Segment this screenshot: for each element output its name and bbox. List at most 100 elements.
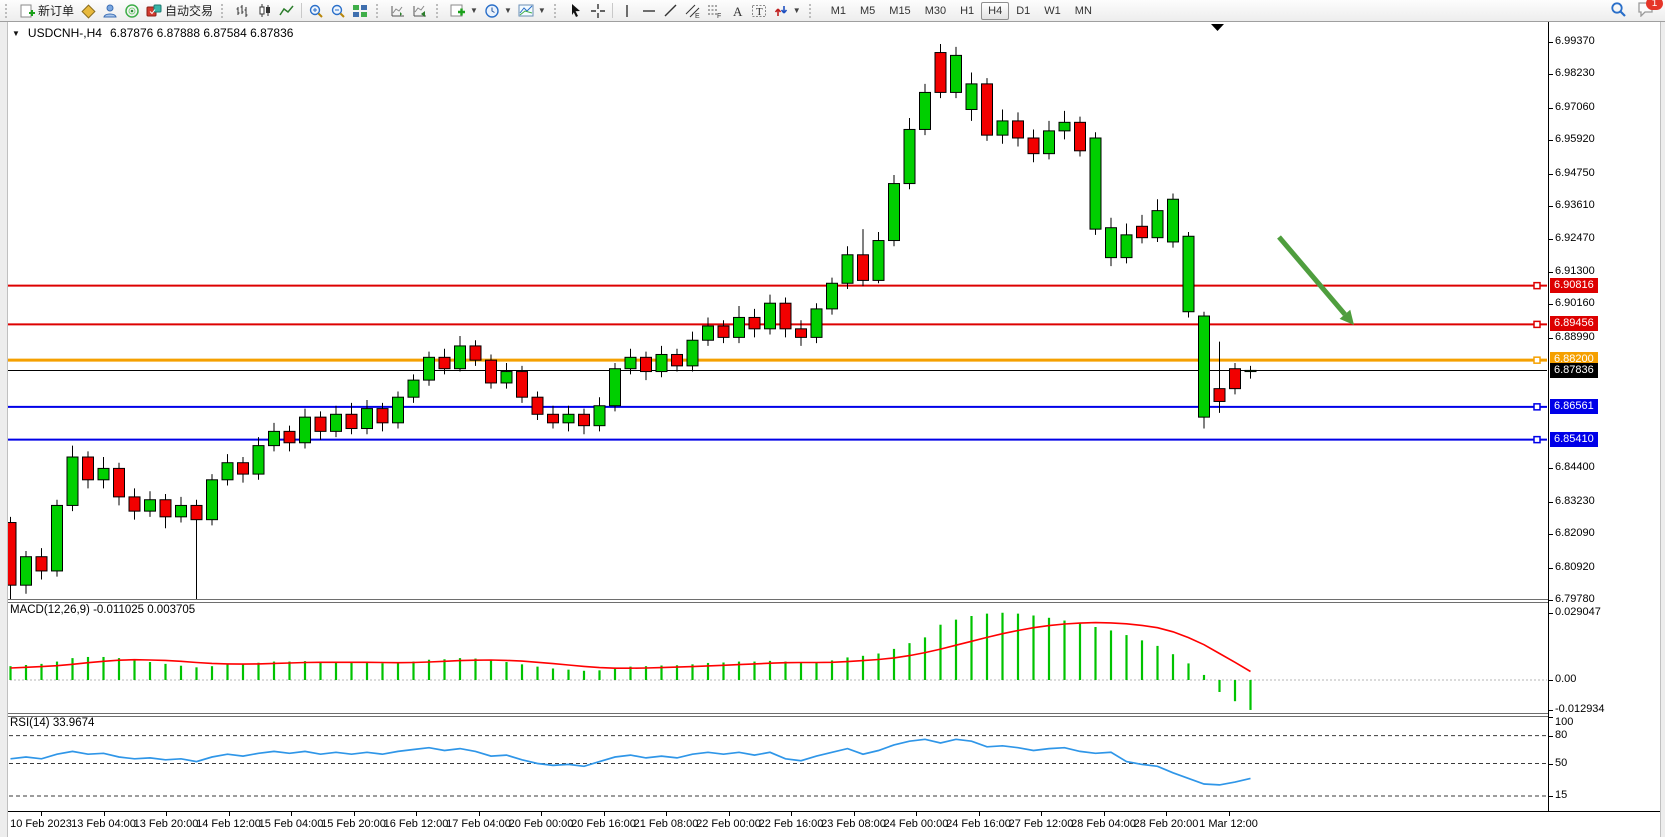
candle-body xyxy=(52,505,63,571)
tf-button-M30[interactable]: M30 xyxy=(918,2,953,20)
fibonacci-button[interactable]: F xyxy=(704,1,726,20)
candle-body xyxy=(408,380,419,397)
candle-body xyxy=(36,557,47,571)
tf-button-M15[interactable]: M15 xyxy=(882,2,917,20)
crosshair-button[interactable] xyxy=(587,1,609,20)
time-tick xyxy=(479,812,480,816)
templates-caret-icon[interactable]: ▼ xyxy=(538,6,546,15)
toolbar-grip[interactable] xyxy=(554,4,561,18)
arrows-button[interactable]: ▼ xyxy=(770,1,804,20)
tf-button-H4[interactable]: H4 xyxy=(981,2,1009,20)
rsi-pane[interactable] xyxy=(0,715,1548,810)
time-tick xyxy=(166,812,167,816)
search-icon[interactable] xyxy=(1610,1,1627,21)
toolbar-grip[interactable] xyxy=(5,4,12,18)
bar-chart-button[interactable] xyxy=(232,1,254,20)
candle-body xyxy=(966,84,977,110)
autotrading-icon xyxy=(146,3,162,19)
time-label: 28 Feb 20:00 xyxy=(1134,818,1199,830)
price-pane[interactable] xyxy=(0,22,1548,599)
candle-body xyxy=(827,283,838,309)
macd-pane[interactable] xyxy=(0,601,1548,713)
line-chart-button[interactable] xyxy=(276,1,298,20)
toolbar-grip[interactable] xyxy=(376,4,383,18)
indicators-caret-icon[interactable]: ▼ xyxy=(470,6,478,15)
candle xyxy=(966,72,977,120)
equidistant-channel-button[interactable]: E xyxy=(682,1,704,20)
svg-text:E: E xyxy=(695,13,700,19)
toolbar-grip[interactable] xyxy=(221,4,228,18)
templates-button[interactable]: ▼ xyxy=(515,1,549,20)
candle xyxy=(889,175,900,246)
price-tick xyxy=(1549,108,1553,109)
candle-body xyxy=(811,309,822,337)
cursor-button[interactable] xyxy=(565,1,587,20)
chart-shift-marker xyxy=(1211,24,1224,31)
toolbar-separator xyxy=(301,3,302,18)
chart-title: ▼ USDCNH-,H4 6.87876 6.87888 6.87584 6.8… xyxy=(12,26,293,40)
cursor-icon xyxy=(568,3,584,19)
signals-icon xyxy=(124,3,140,19)
text-button[interactable]: A xyxy=(726,1,748,20)
time-label: 24 Feb 00:00 xyxy=(884,818,949,830)
periods-caret-icon[interactable]: ▼ xyxy=(504,6,512,15)
zoom-in-button[interactable] xyxy=(305,1,327,20)
candle-body xyxy=(1075,122,1086,150)
candle-body xyxy=(889,184,900,241)
candle xyxy=(594,397,605,431)
annotation-arrow xyxy=(1279,237,1345,314)
candle-body xyxy=(997,121,1008,135)
candle xyxy=(253,437,264,480)
new-order-label: 新订单 xyxy=(38,2,74,19)
tf-button-W1[interactable]: W1 xyxy=(1037,2,1068,20)
time-axis[interactable]: 10 Feb 202313 Feb 04:0013 Feb 20:0014 Fe… xyxy=(0,811,1660,837)
svg-text:T: T xyxy=(756,6,763,18)
price-tick xyxy=(1549,272,1553,273)
trendline-button[interactable] xyxy=(660,1,682,20)
navigator-button[interactable] xyxy=(99,1,121,20)
candle-body xyxy=(687,340,698,366)
price-axis[interactable]: 6.993706.982306.970606.959206.947506.936… xyxy=(1548,22,1661,811)
text-label-button[interactable]: T xyxy=(748,1,770,20)
autotrading-button[interactable]: 自动交易 xyxy=(143,1,216,20)
zoom-out-button[interactable] xyxy=(327,1,349,20)
market-watch-button[interactable] xyxy=(77,1,99,20)
toolbar-grip[interactable] xyxy=(436,4,443,18)
auto-scroll-button[interactable] xyxy=(387,1,409,20)
time-label: 15 Feb 20:00 xyxy=(321,818,386,830)
candle-body xyxy=(67,457,78,505)
periods-button[interactable]: ▼ xyxy=(481,1,515,20)
toolbar-grip[interactable] xyxy=(809,4,816,18)
tf-button-MN[interactable]: MN xyxy=(1068,2,1099,20)
candle xyxy=(362,400,373,434)
vertical-line-button[interactable] xyxy=(616,1,638,20)
time-label: 16 Feb 12:00 xyxy=(384,818,449,830)
new-order-button[interactable]: 新订单 xyxy=(16,1,77,20)
time-tick xyxy=(1104,812,1105,816)
tf-button-M1[interactable]: M1 xyxy=(824,2,853,20)
chart-shift-button[interactable] xyxy=(409,1,431,20)
candlestick-chart-button[interactable] xyxy=(254,1,276,20)
tile-windows-button[interactable] xyxy=(349,1,371,20)
candle-body xyxy=(315,417,326,431)
arrows-caret-icon[interactable]: ▼ xyxy=(793,6,801,15)
candle-body xyxy=(191,505,202,519)
rsi-indicator-label: RSI(14) 33.9674 xyxy=(10,717,94,729)
macd-axis-label: -0.012934 xyxy=(1555,703,1605,715)
new-order-icon xyxy=(19,3,35,19)
metatrader-window: 新订单 自动交易 xyxy=(0,0,1665,837)
indicators-button[interactable]: ▼ xyxy=(447,1,481,20)
candle xyxy=(1121,223,1132,263)
signals-button[interactable] xyxy=(121,1,143,20)
line-anchor-handle xyxy=(1534,437,1540,443)
tf-button-M5[interactable]: M5 xyxy=(853,2,882,20)
candle xyxy=(1168,194,1179,248)
candlestick-chart-icon xyxy=(257,3,273,19)
tf-button-D1[interactable]: D1 xyxy=(1009,2,1037,20)
chart-collapse-icon[interactable]: ▼ xyxy=(12,29,20,38)
price-line-badge: 6.85410 xyxy=(1550,432,1598,447)
horizontal-line-button[interactable] xyxy=(638,1,660,20)
tf-button-H1[interactable]: H1 xyxy=(953,2,981,20)
notifications-button[interactable]: 1 xyxy=(1637,1,1655,20)
candle-body xyxy=(470,346,481,360)
